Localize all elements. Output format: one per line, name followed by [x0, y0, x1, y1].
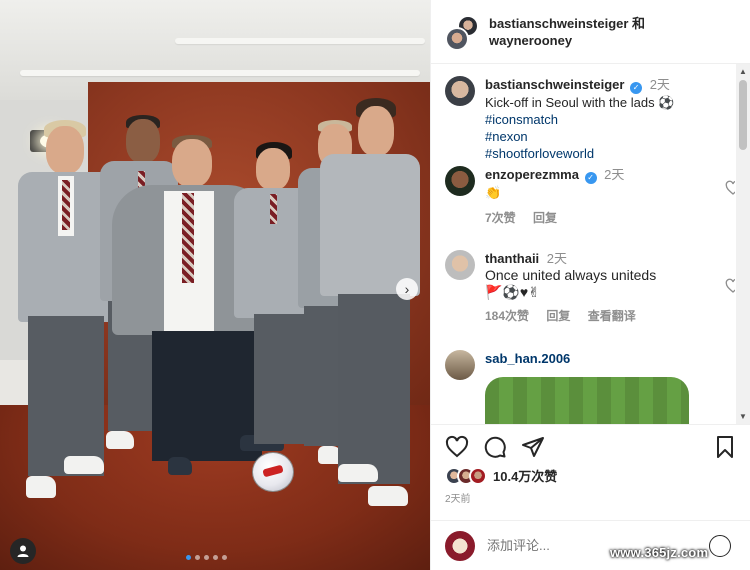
comment-likes[interactable]: 7次赞: [485, 211, 516, 225]
watermark: www.365jz.com: [610, 545, 709, 560]
carousel-dots: [186, 555, 227, 560]
heart-icon[interactable]: [445, 435, 469, 459]
tagged-people-button[interactable]: [10, 538, 36, 564]
author-names-line[interactable]: waynerooney: [489, 32, 645, 49]
comment-username[interactable]: bastianschweinsteiger: [485, 77, 624, 92]
reply-button[interactable]: 回复: [533, 211, 557, 225]
caption: bastianschweinsteiger ✓ 2天 Kick-off in S…: [445, 76, 735, 162]
verified-badge-icon: ✓: [630, 82, 643, 94]
bookmark-icon[interactable]: [713, 435, 737, 459]
avatar[interactable]: [445, 350, 475, 380]
comments-list: bastianschweinsteiger ✓ 2天 Kick-off in S…: [431, 64, 735, 424]
person: [318, 98, 422, 510]
caption-text: Kick-off in Seoul with the lads ⚽: [485, 95, 675, 110]
author-names-line[interactable]: bastianschweinsteiger 和: [489, 15, 645, 32]
heart-icon[interactable]: [725, 278, 735, 294]
avatar[interactable]: [445, 250, 475, 280]
comment-username[interactable]: enzoperezmma: [485, 167, 579, 182]
reply-button[interactable]: 回复: [546, 309, 570, 323]
post-actions: [431, 424, 750, 464]
share-icon[interactable]: [521, 435, 545, 459]
comment-text: 👏: [485, 185, 502, 200]
avatar: [469, 466, 487, 485]
post-header: bastianschweinsteiger 和 waynerooney: [431, 0, 750, 64]
avatar[interactable]: [445, 76, 475, 106]
carousel-next-button[interactable]: ›: [396, 278, 418, 300]
post-timestamp[interactable]: 2天前: [445, 490, 471, 505]
comment-likes[interactable]: 184次赞: [485, 309, 529, 323]
scroll-thumb[interactable]: [739, 80, 747, 150]
comments-scrollbar[interactable]: ▲ ▼: [736, 64, 750, 424]
chevron-right-icon: ›: [404, 281, 410, 297]
carousel-dot[interactable]: [186, 555, 191, 560]
comment-icon[interactable]: [483, 435, 507, 459]
carousel-dot[interactable]: [213, 555, 218, 560]
comment-item: enzoperezmma ✓ 2天 👏 7次赞 回复: [445, 166, 735, 227]
avatar: [445, 530, 475, 561]
comment-username[interactable]: thanthaii: [485, 251, 539, 266]
comment-time[interactable]: 2天: [604, 167, 624, 182]
comment-item: sab_han.2006: [445, 350, 735, 424]
hashtag-link[interactable]: #nexon: [485, 128, 735, 145]
hashtag-link[interactable]: #shootforloveworld: [485, 145, 735, 162]
scroll-down-icon[interactable]: ▼: [739, 412, 747, 421]
carousel-dot[interactable]: [222, 555, 227, 560]
likes-count[interactable]: 10.4万次赞: [493, 466, 557, 485]
comment-time[interactable]: 2天: [547, 251, 567, 266]
comment-emojis: 🚩⚽♥✌: [485, 284, 540, 300]
hashtag-link[interactable]: #iconsmatch: [485, 111, 735, 128]
ceiling-pipe: [20, 70, 420, 76]
scroll-up-icon[interactable]: ▲: [739, 67, 747, 76]
football: [252, 452, 294, 492]
comment-time[interactable]: 2天: [650, 77, 670, 92]
comment-username[interactable]: sab_han.2006: [485, 351, 570, 366]
likes-summary[interactable]: 10.4万次赞: [445, 466, 557, 485]
post-side-panel: bastianschweinsteiger 和 waynerooney bast…: [430, 0, 750, 570]
post-photo[interactable]: ›: [0, 0, 430, 570]
avatar[interactable]: [445, 166, 475, 196]
translate-button[interactable]: 查看翻译: [588, 309, 636, 323]
comment-image[interactable]: [485, 377, 689, 424]
comment-text: Once united always uniteds: [485, 267, 657, 283]
verified-badge-icon: ✓: [584, 172, 597, 184]
emoji-icon[interactable]: [709, 535, 731, 557]
person-tag-icon: [17, 545, 29, 557]
comment-item: thanthaii 2天 Once united always uniteds …: [445, 250, 735, 325]
collab-avatars[interactable]: [445, 14, 479, 51]
heart-icon[interactable]: [725, 180, 735, 196]
avatar[interactable]: [445, 26, 469, 51]
post-authors[interactable]: bastianschweinsteiger 和 waynerooney: [489, 15, 645, 49]
carousel-dot[interactable]: [195, 555, 200, 560]
carousel-dot[interactable]: [204, 555, 209, 560]
ceiling-pipe: [175, 38, 425, 44]
